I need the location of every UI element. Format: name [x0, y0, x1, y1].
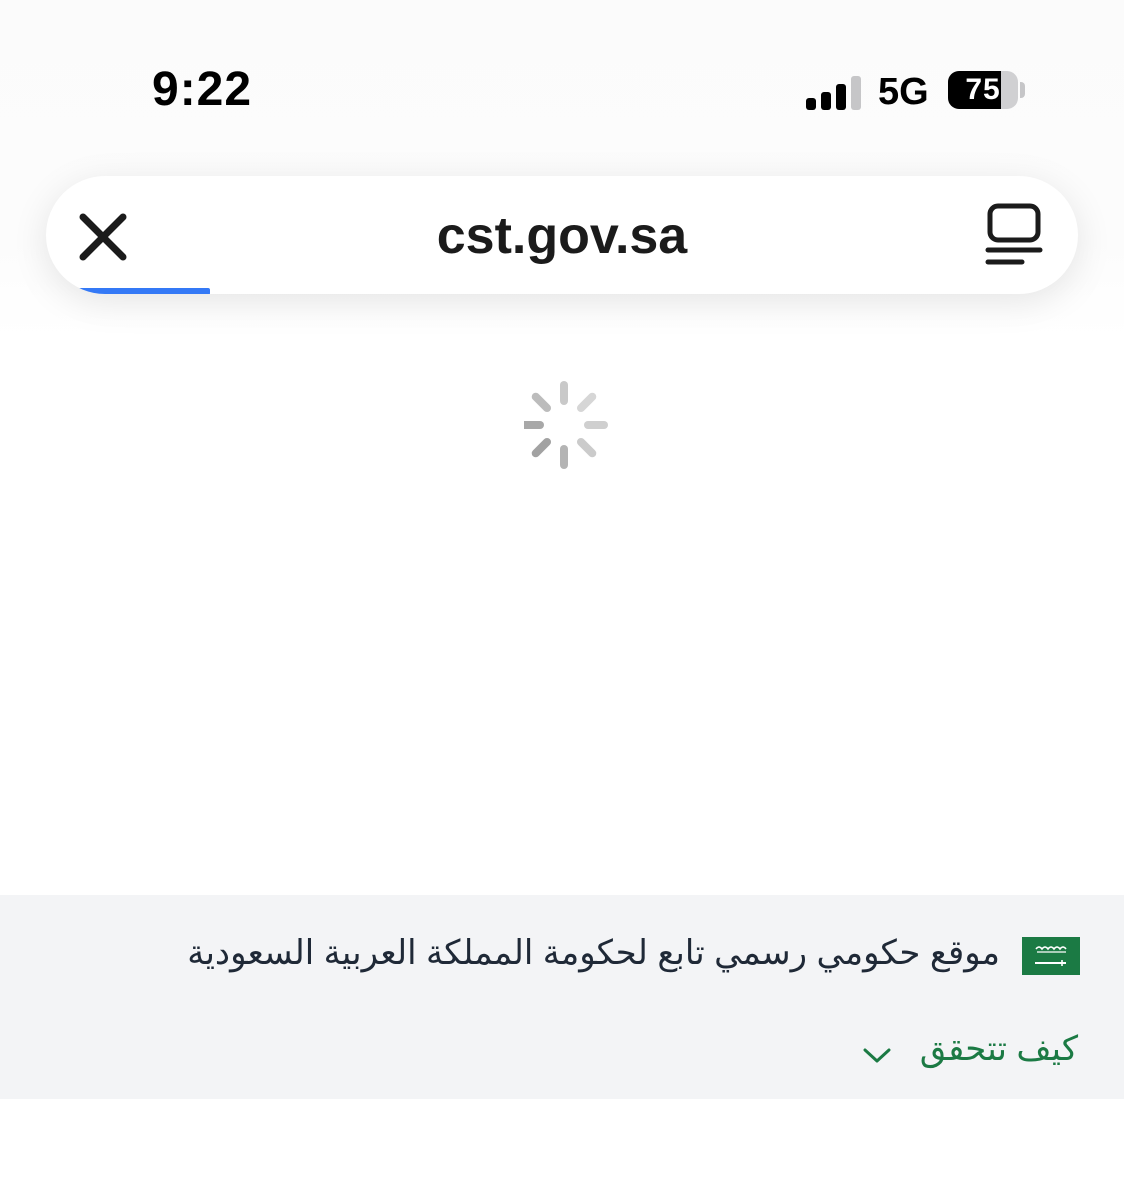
- signal-bar: [851, 76, 861, 110]
- signal-icon: [806, 74, 862, 110]
- address-bar[interactable]: cst.gov.sa: [46, 176, 1078, 294]
- gov-banner-text: موقع حكومي رسمي تابع لحكومة المملكة العر…: [187, 934, 1000, 972]
- network-type: 5G: [878, 71, 929, 113]
- close-icon[interactable]: [76, 210, 130, 264]
- chevron-down-icon[interactable]: [862, 1044, 892, 1066]
- loading-progress-bar: [76, 288, 210, 294]
- gov-banner: موقع حكومي رسمي تابع لحكومة المملكة العر…: [0, 895, 1124, 1099]
- status-time: 9:22: [152, 63, 253, 116]
- loading-spinner-icon: [520, 378, 608, 472]
- signal-bar: [821, 92, 831, 110]
- url-text[interactable]: cst.gov.sa: [206, 206, 918, 266]
- signal-bar: [806, 98, 816, 110]
- signal-bar: [836, 84, 846, 110]
- battery-percent: 75: [965, 73, 1001, 106]
- reader-mode-icon[interactable]: [982, 202, 1046, 268]
- saudi-flag-icon: [1022, 937, 1080, 975]
- battery-icon: 75: [948, 71, 1018, 109]
- how-to-verify-link[interactable]: كيف تتحقق: [920, 1029, 1078, 1069]
- battery-terminal: [1020, 82, 1025, 98]
